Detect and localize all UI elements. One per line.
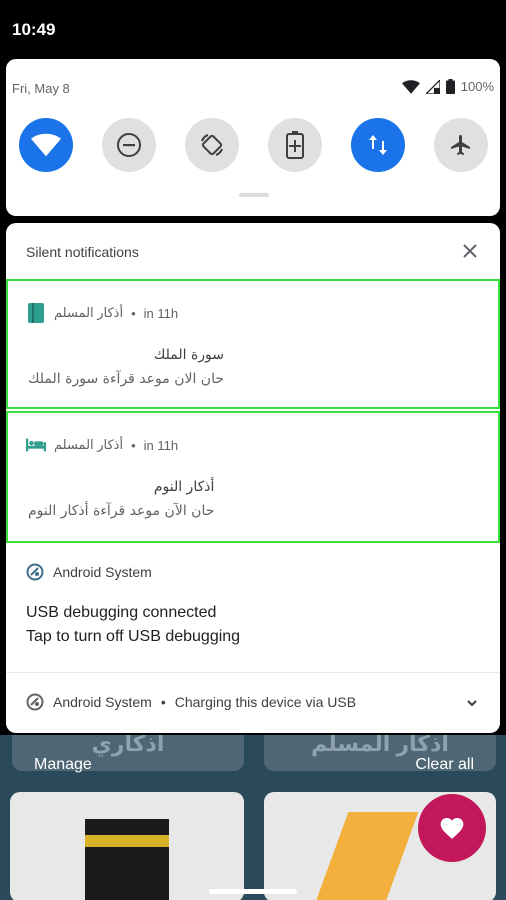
app-card-title: أذكاري — [91, 735, 165, 756]
silent-notifications-header: Silent notifications — [6, 223, 500, 278]
notification-app-name: أذكار المسلم — [54, 437, 124, 452]
mobile-data-icon — [369, 135, 387, 155]
qs-tiles — [19, 118, 489, 172]
tile-mobile-data[interactable] — [351, 118, 405, 172]
notification-time: in 11h — [143, 305, 179, 321]
do-not-disturb-icon — [117, 133, 141, 157]
notification-time: in 11h — [143, 437, 179, 453]
android-system-icon — [26, 693, 44, 711]
usb-charging-notification[interactable]: Android System • Charging this device vi… — [6, 673, 500, 733]
wifi-status-icon — [401, 79, 420, 94]
qs-status-icons: 100% — [401, 79, 494, 94]
book-icon — [26, 303, 46, 323]
separator: • — [131, 437, 136, 453]
notification-header: أذكار المسلم • in 11h — [26, 303, 178, 323]
status-bar: 10:49 — [0, 0, 506, 58]
usb-debugging-notification[interactable]: Android System USB debugging connected T… — [6, 553, 500, 671]
battery-icon — [445, 79, 455, 94]
tile-do-not-disturb[interactable] — [102, 118, 156, 172]
separator: • — [131, 305, 136, 321]
clear-all-button[interactable]: Clear all — [415, 756, 474, 774]
navigation-handle[interactable] — [209, 889, 297, 894]
notification-panel: Silent notifications أذكار المسلم • in 1… — [6, 223, 500, 733]
battery-saver-icon — [286, 131, 304, 159]
notification-header: Android System • Charging this device vi… — [26, 693, 356, 711]
tile-auto-rotate[interactable] — [185, 118, 239, 172]
battery-percent: 100% — [460, 79, 494, 94]
app-card-kaaba — [10, 792, 244, 900]
notification-title: سورة الملك — [153, 347, 225, 363]
notification-header: أذكار المسلم • in 11h — [26, 435, 178, 455]
notification-body: أذكار النوم حان الآن موعد قرآءة أذكار ال… — [28, 475, 214, 523]
tile-battery-saver[interactable] — [268, 118, 322, 172]
notification-text: Tap to turn off USB debugging — [26, 628, 241, 645]
notification-body: USB debugging connected Tap to turn off … — [26, 601, 240, 649]
qs-drag-handle[interactable] — [239, 193, 269, 197]
status-time: 10:49 — [12, 20, 56, 39]
heart-icon — [440, 818, 464, 839]
notification-app-name: Android System — [53, 694, 152, 710]
tile-wifi[interactable] — [19, 118, 73, 172]
notification-header: Android System — [26, 563, 152, 581]
notification-text: حان الان موعد قرآءة سورة الملك — [28, 371, 225, 387]
notification-item[interactable]: أذكار المسلم • in 11h سورة الملك حان الا… — [6, 279, 500, 409]
separator: • — [160, 694, 166, 710]
prayer-beads-image — [315, 812, 419, 900]
silent-notifications-title: Silent notifications — [26, 244, 139, 260]
cell-signal-icon — [425, 79, 440, 94]
notification-text: حان الآن موعد قرآءة أذكار النوم — [28, 503, 215, 519]
app-card-title: أذكار المسلم — [311, 735, 449, 756]
quick-settings-panel: Fri, May 8 100% — [6, 59, 500, 216]
notification-title: أذكار النوم — [153, 479, 215, 495]
airplane-icon — [451, 135, 470, 155]
tile-airplane-mode[interactable] — [434, 118, 488, 172]
wifi-icon — [31, 133, 61, 157]
favorite-fab[interactable] — [418, 794, 486, 862]
qs-date: Fri, May 8 — [12, 81, 70, 96]
close-icon[interactable] — [460, 241, 480, 261]
bed-icon — [26, 435, 46, 455]
chevron-down-icon[interactable] — [464, 695, 480, 711]
notification-app-name: أذكار المسلم — [54, 305, 124, 320]
notification-body: سورة الملك حان الان موعد قرآءة سورة المل… — [28, 343, 224, 391]
auto-rotate-icon — [201, 134, 223, 156]
android-system-icon — [26, 563, 44, 581]
kaaba-image — [85, 819, 169, 900]
notification-app-name: Android System — [53, 564, 152, 580]
notification-title: USB debugging connected — [26, 604, 217, 621]
notification-text: Charging this device via USB — [174, 694, 357, 710]
manage-button[interactable]: Manage — [34, 756, 92, 774]
notification-item[interactable]: أذكار المسلم • in 11h أذكار النوم حان ال… — [6, 411, 500, 543]
